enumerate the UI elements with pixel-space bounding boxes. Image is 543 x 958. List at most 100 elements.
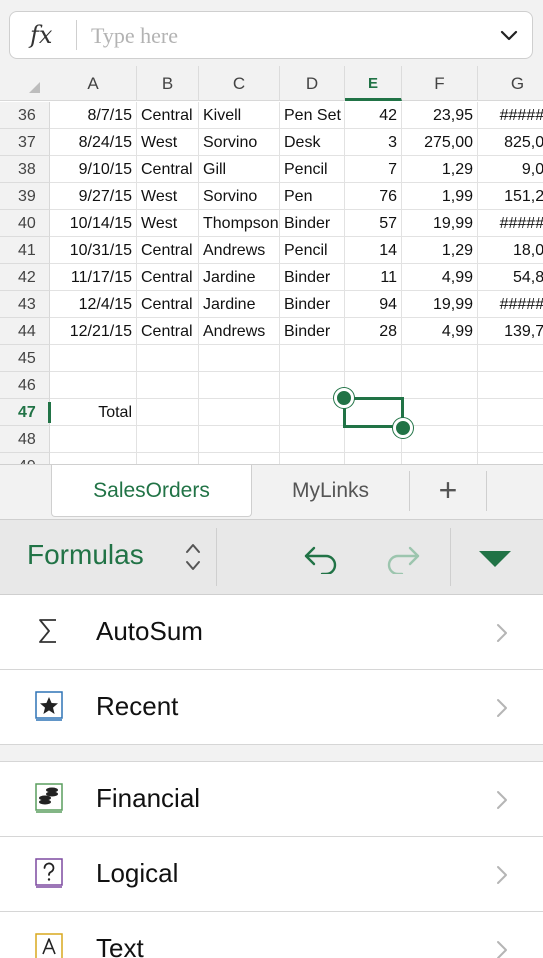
cell-c38[interactable]: Gill [199, 156, 280, 183]
cell-g46[interactable] [478, 372, 543, 399]
cell-b48[interactable] [137, 426, 199, 453]
select-all-corner[interactable] [29, 82, 40, 93]
cell-g43[interactable]: ###### [478, 291, 543, 318]
cell-c42[interactable]: Jardine [199, 264, 280, 291]
cell-g42[interactable]: 54,89 [478, 264, 543, 291]
cell-d40[interactable]: Binder [280, 210, 345, 237]
fx-icon[interactable]: fx [30, 21, 52, 49]
cell-a39[interactable]: 9/27/15 [50, 183, 137, 210]
cell-a41[interactable]: 10/31/15 [50, 237, 137, 264]
column-header-d[interactable]: D [280, 66, 345, 101]
column-header-g[interactable]: G [478, 66, 543, 101]
row-header[interactable]: 39 [0, 183, 50, 210]
selection-handle-start[interactable] [334, 388, 354, 408]
menu-item-autosum[interactable]: AutoSum [0, 595, 543, 670]
cell-g36[interactable]: ###### [478, 102, 543, 129]
cell-g41[interactable]: 18,06 [478, 237, 543, 264]
add-sheet-button[interactable]: + [410, 465, 486, 517]
cell-e45[interactable] [345, 345, 402, 372]
cell-e44[interactable]: 28 [345, 318, 402, 345]
cell-f39[interactable]: 1,99 [402, 183, 478, 210]
row-header[interactable]: 37 [0, 129, 50, 156]
cell-g48[interactable] [478, 426, 543, 453]
undo-icon[interactable] [302, 542, 340, 574]
ribbon-tab-selector[interactable]: Formulas [27, 539, 144, 571]
column-header-f[interactable]: F [402, 66, 478, 101]
up-down-chevron-icon[interactable] [184, 540, 202, 574]
cell-c46[interactable] [199, 372, 280, 399]
cell-c39[interactable]: Sorvino [199, 183, 280, 210]
cell-b49[interactable] [137, 453, 199, 464]
row-header[interactable]: 43 [0, 291, 50, 318]
cell-f40[interactable]: 19,99 [402, 210, 478, 237]
tab-mylinks[interactable]: MyLinks [252, 465, 409, 517]
cell-d45[interactable] [280, 345, 345, 372]
menu-item-text[interactable]: Text [0, 912, 543, 958]
cell-a37[interactable]: 8/24/15 [50, 129, 137, 156]
cell-d48[interactable] [280, 426, 345, 453]
menu-item-logical[interactable]: Logical [0, 837, 543, 912]
column-header-e[interactable]: E [345, 66, 402, 101]
cell-e42[interactable]: 11 [345, 264, 402, 291]
cell-e43[interactable]: 94 [345, 291, 402, 318]
cell-a45[interactable] [50, 345, 137, 372]
cell-g45[interactable] [478, 345, 543, 372]
cell-d39[interactable]: Pen [280, 183, 345, 210]
cell-b42[interactable]: Central [137, 264, 199, 291]
cell-b37[interactable]: West [137, 129, 199, 156]
cell-b39[interactable]: West [137, 183, 199, 210]
column-header-c[interactable]: C [199, 66, 280, 101]
cell-d49[interactable] [280, 453, 345, 464]
cell-f42[interactable]: 4,99 [402, 264, 478, 291]
cell-a44[interactable]: 12/21/15 [50, 318, 137, 345]
cell-f49[interactable] [402, 453, 478, 464]
row-header[interactable]: 46 [0, 372, 50, 399]
cell-b40[interactable]: West [137, 210, 199, 237]
column-header-a[interactable]: A [50, 66, 137, 101]
cell-d38[interactable]: Pencil [280, 156, 345, 183]
row-header[interactable]: 36 [0, 102, 50, 129]
tab-salesorders[interactable]: SalesOrders [51, 465, 252, 517]
cell-d43[interactable]: Binder [280, 291, 345, 318]
formula-input[interactable] [91, 22, 471, 50]
cell-a40[interactable]: 10/14/15 [50, 210, 137, 237]
cell-c43[interactable]: Jardine [199, 291, 280, 318]
cell-f48[interactable] [402, 426, 478, 453]
cell-c48[interactable] [199, 426, 280, 453]
cell-f38[interactable]: 1,29 [402, 156, 478, 183]
row-header[interactable]: 45 [0, 345, 50, 372]
cell-a36[interactable]: 8/7/15 [50, 102, 137, 129]
cell-a42[interactable]: 11/17/15 [50, 264, 137, 291]
cell-b46[interactable] [137, 372, 199, 399]
formula-bar[interactable]: fx [9, 11, 533, 59]
row-header[interactable]: 42 [0, 264, 50, 291]
cell-g37[interactable]: 825,00 [478, 129, 543, 156]
cell-b41[interactable]: Central [137, 237, 199, 264]
cell-d41[interactable]: Pencil [280, 237, 345, 264]
cell-a46[interactable] [50, 372, 137, 399]
cell-d36[interactable]: Pen Set [280, 102, 345, 129]
menu-item-recent[interactable]: Recent [0, 670, 543, 745]
cell-g39[interactable]: 151,24 [478, 183, 543, 210]
cell-f41[interactable]: 1,29 [402, 237, 478, 264]
cell-a43[interactable]: 12/4/15 [50, 291, 137, 318]
cell-d37[interactable]: Desk [280, 129, 345, 156]
cell-e37[interactable]: 3 [345, 129, 402, 156]
cell-c49[interactable] [199, 453, 280, 464]
cell-e38[interactable]: 7 [345, 156, 402, 183]
cell-a38[interactable]: 9/10/15 [50, 156, 137, 183]
cell-f47[interactable] [402, 399, 478, 426]
selection-handle-end[interactable] [393, 418, 413, 438]
cell-c45[interactable] [199, 345, 280, 372]
cell-g38[interactable]: 9,03 [478, 156, 543, 183]
cell-c37[interactable]: Sorvino [199, 129, 280, 156]
cell-b45[interactable] [137, 345, 199, 372]
row-header[interactable]: 38 [0, 156, 50, 183]
cell-e40[interactable]: 57 [345, 210, 402, 237]
cell-f43[interactable]: 19,99 [402, 291, 478, 318]
menu-item-financial[interactable]: Financial [0, 762, 543, 837]
cell-f46[interactable] [402, 372, 478, 399]
row-header[interactable]: 41 [0, 237, 50, 264]
cell-c36[interactable]: Kivell [199, 102, 280, 129]
cell-f36[interactable]: 23,95 [402, 102, 478, 129]
